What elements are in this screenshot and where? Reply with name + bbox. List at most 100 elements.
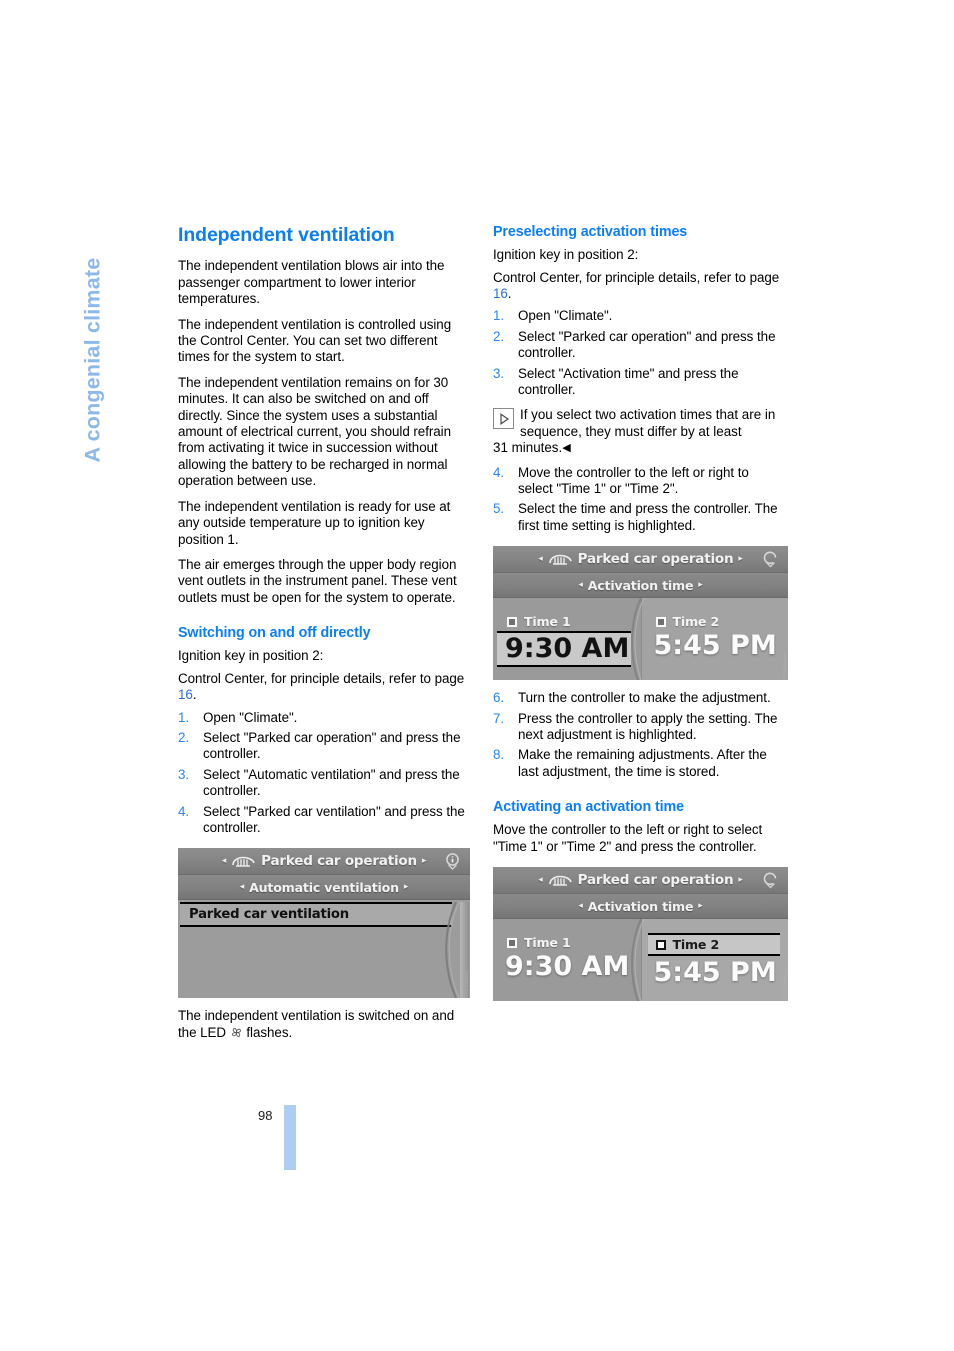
led-flash-note-pre: The independent ventilation is switched …: [178, 1008, 455, 1040]
intro-paragraph-2: The independent ventilation is controlle…: [178, 316, 452, 365]
chevron-right-icon: ▸: [698, 579, 703, 590]
time1-pane[interactable]: Time 1 9:30 AM: [493, 598, 641, 681]
time1-value[interactable]: 9:30 AM: [497, 631, 631, 668]
control-center-ref-right-period: .: [507, 285, 512, 301]
step-number: 3.: [493, 365, 505, 381]
chevron-right-icon: ▸: [403, 881, 409, 892]
time1-checkbox-row[interactable]: Time 1: [493, 598, 641, 629]
step-text: Turn the controller to make the adjustme…: [518, 690, 771, 706]
subsection-title-activating: Activating an activation time: [493, 799, 684, 816]
time2-pane[interactable]: Time 2 5:45 PM: [640, 598, 789, 681]
list-item: 1. Open "Climate".: [178, 710, 470, 726]
intro-paragraph-3: The independent ventilation remains on f…: [178, 374, 451, 489]
screenshot-titlebar-text: Parked car operation: [261, 853, 417, 870]
checkbox-icon[interactable]: [655, 939, 666, 950]
control-center-ref-left-text: Control Center, for principle details, r…: [178, 670, 465, 686]
steps-list-preselecting-c: 6. Turn the controller to make the adjust…: [493, 690, 785, 780]
step-number: 2.: [178, 729, 190, 745]
step-number: 8.: [493, 747, 505, 763]
step-text: Press the controller to apply the settin…: [518, 710, 778, 743]
list-item: 2. Select "Parked car operation" and pres…: [178, 730, 470, 763]
step-number: 1.: [493, 308, 505, 324]
chevron-right-icon: ▸: [738, 553, 743, 564]
step-text: Open "Climate".: [203, 709, 298, 725]
time1-checkbox-row[interactable]: Time 1: [493, 919, 641, 950]
chevron-right-icon: ▸: [421, 855, 427, 866]
checkbox-icon[interactable]: [507, 616, 517, 627]
idrive-screenshot-parked-car-ventilation: ◂ Parked car operation ▸ ◂ Automatic ven…: [178, 848, 470, 999]
step-number: 5.: [493, 501, 505, 517]
note-callout-row: If you select two activation times that …: [493, 407, 785, 440]
step-text: Open "Climate".: [518, 308, 613, 324]
idrive-screenshot-activation-time-2: ◂ Parked car operation ▸ ◂ Activation ti…: [493, 867, 789, 1002]
control-center-ref-left-period: .: [192, 687, 197, 703]
screenshot-titlebar: ◂ Parked car operation ▸: [493, 546, 788, 574]
chevron-left-icon: ◂: [221, 855, 227, 866]
note-callout-tail: 31 minutes.◀: [493, 440, 785, 456]
subsection-title-switching: Switching on and off directly: [178, 625, 371, 642]
screenshot-time-panes: Time 1 9:30 AM Time 2 5:45 PM: [493, 919, 789, 1002]
note-end-marker: ◀: [562, 442, 571, 455]
time2-value[interactable]: 5:45 PM: [642, 956, 789, 998]
time2-label: Time 2: [672, 937, 720, 953]
page-reference-link-left[interactable]: 16: [178, 687, 193, 702]
screenshot-subbar-label: ◂ Automatic ventilation ▸: [240, 879, 409, 895]
page-title: Independent ventilation: [178, 224, 395, 246]
screenshot-time-panes: Time 1 9:30 AM Time 2 5:45 PM: [493, 598, 789, 681]
time1-value[interactable]: 9:30 AM: [493, 950, 641, 992]
checkbox-icon[interactable]: [655, 616, 666, 627]
idrive-screenshot-activation-time-1: ◂ Parked car operation ▸ ◂ Activation ti…: [493, 546, 789, 681]
steps-list-preselecting-b: 4. Move the controller to the left or rig…: [493, 465, 785, 535]
control-center-ref-right: Control Center, for principle details, r…: [493, 270, 785, 303]
screenshot-subbar-text: Automatic ventilation: [249, 879, 399, 895]
time2-checkbox-row[interactable]: Time 2: [642, 598, 789, 629]
step-number: 4.: [178, 803, 190, 819]
fan-led-icon: [230, 1025, 243, 1040]
time1-label: Time 1: [524, 614, 571, 630]
screenshot-titlebar-text: Parked car operation: [577, 872, 734, 889]
time1-pane[interactable]: Time 1 9:30 AM: [493, 919, 641, 1002]
step-number: 3.: [178, 766, 190, 782]
list-item: 1. Open "Climate".: [493, 308, 785, 324]
manual-page: A congenial climate Independent ventilat…: [0, 0, 954, 1351]
chevron-left-icon: ◂: [538, 553, 543, 564]
left-column: Independent ventilation The independent …: [178, 224, 470, 1050]
screenshot-titlebar-label: ◂ Parked car operation ▸: [538, 551, 743, 567]
intro-paragraph-1: The independent ventilation blows air in…: [178, 258, 445, 307]
screenshot-titlebar: ◂ Parked car operation ▸: [493, 867, 788, 895]
step-text: Select "Activation time" and press the c…: [518, 365, 739, 397]
step-text: Select "Automatic ventilation" and press…: [203, 766, 460, 799]
intro-paragraph-4: The independent ventilation is ready for…: [178, 498, 451, 547]
time2-checkbox-row[interactable]: Time 2: [647, 933, 780, 957]
parked-car-icon: [548, 874, 573, 887]
subsection-title-preselecting: Preselecting activation times: [493, 224, 688, 240]
page-number: 98: [258, 1108, 273, 1123]
step-text: Move the controller to the left or right…: [518, 464, 749, 497]
step-text: Select "Parked car operation" and press …: [203, 729, 461, 762]
control-center-ref-right-text: Control Center, for principle details, r…: [493, 269, 780, 285]
note-callout-tail-text: 31 minutes.: [493, 440, 563, 456]
led-flash-note: The independent ventilation is switched …: [178, 1008, 470, 1041]
step-text: Select "Parked car ventilation" and pres…: [203, 803, 465, 835]
screenshot-subbar: ◂ Activation time ▸: [493, 573, 788, 599]
page-reference-link-right[interactable]: 16: [493, 286, 508, 301]
time1-label: Time 1: [524, 935, 571, 951]
refresh-circle-icon: [760, 870, 781, 891]
chevron-left-icon: ◂: [578, 579, 583, 590]
screenshot-titlebar-label: ◂ Parked car operation ▸: [538, 872, 743, 889]
screenshot-subbar-label: ◂ Activation time ▸: [578, 578, 702, 593]
list-item: 5. Select the time and press the controll…: [493, 501, 785, 534]
step-number: 7.: [493, 710, 505, 726]
screenshot-titlebar-label: ◂ Parked car operation ▸: [221, 853, 427, 870]
list-item: 8. Make the remaining adjustments. After …: [493, 747, 785, 780]
screenshot-selected-item: Parked car ventilation: [180, 902, 452, 928]
time2-pane[interactable]: Time 2 5:45 PM: [640, 919, 789, 1002]
chevron-right-icon: ▸: [738, 874, 743, 885]
screenshot-titlebar: ◂ Parked car operation ▸: [178, 848, 470, 876]
step-text: Select the time and press the controller…: [518, 501, 778, 533]
list-item: 3. Select "Activation time" and press the…: [493, 366, 785, 399]
led-flash-note-post: flashes.: [242, 1024, 293, 1040]
chapter-tab: A congenial climate: [81, 163, 106, 463]
checkbox-icon[interactable]: [507, 937, 517, 948]
time2-value[interactable]: 5:45 PM: [642, 629, 789, 671]
